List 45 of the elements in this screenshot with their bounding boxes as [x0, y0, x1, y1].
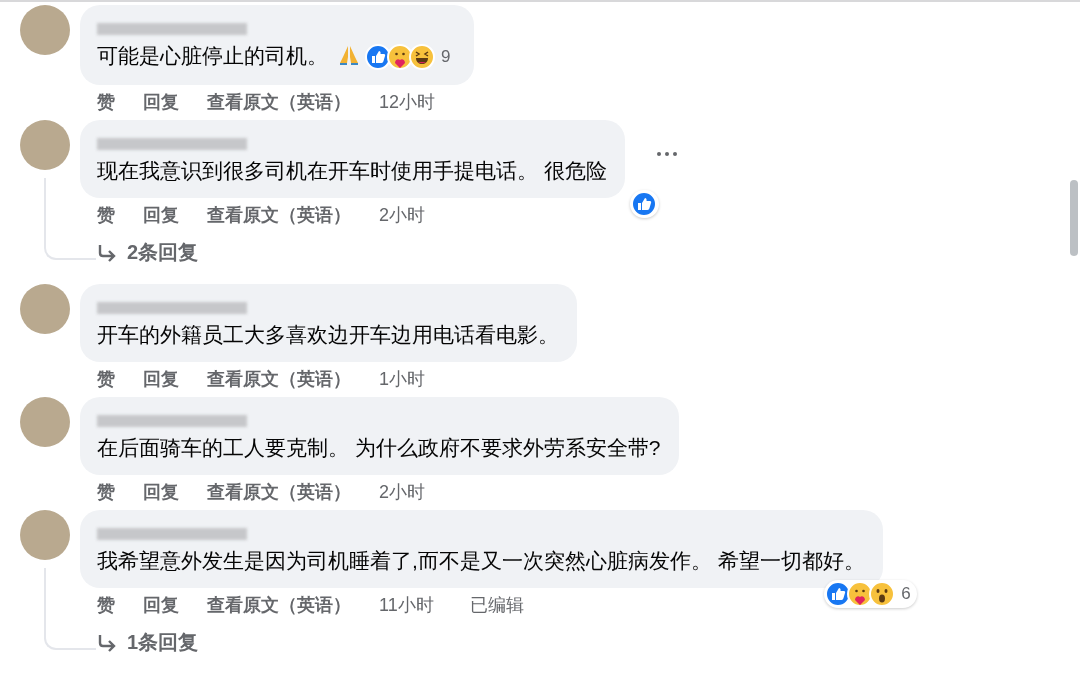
see-original-link[interactable]: 查看原文（英语） — [207, 90, 351, 115]
like-link[interactable]: 赞 — [97, 367, 115, 392]
reactions-badge[interactable]: 6 — [824, 580, 917, 609]
hug-reaction-icon — [387, 44, 413, 71]
like-reaction-icon — [365, 44, 391, 71]
reply-link[interactable]: 回复 — [143, 203, 179, 228]
timestamp[interactable]: 2小时 — [379, 203, 425, 228]
timestamp[interactable]: 11小时 — [379, 593, 434, 618]
reply-link[interactable]: 回复 — [143, 480, 179, 505]
see-original-link[interactable]: 查看原文（英语） — [207, 480, 351, 505]
reply-arrow-icon — [97, 243, 117, 262]
praying-hands-icon — [338, 44, 360, 66]
like-link[interactable]: 赞 — [97, 203, 115, 228]
reactions-badge[interactable] — [629, 190, 659, 219]
like-reaction-icon — [630, 191, 657, 218]
reply-arrow-icon — [97, 633, 117, 652]
see-original-link[interactable]: 查看原文（英语） — [207, 367, 351, 392]
avatar[interactable] — [20, 5, 70, 55]
reply-link[interactable]: 回复 — [143, 90, 179, 115]
reactions-badge[interactable]: 9 — [364, 43, 457, 72]
avatar[interactable] — [20, 510, 70, 561]
see-original-link[interactable]: 查看原文（英语） — [207, 203, 351, 228]
timestamp[interactable]: 1小时 — [379, 367, 425, 392]
view-replies-link[interactable]: 1条回复 — [97, 629, 1080, 657]
timestamp[interactable]: 2小时 — [379, 480, 425, 505]
scrollbar[interactable] — [1070, 180, 1078, 256]
edited-label: 已编辑 — [469, 594, 524, 618]
comment-text: 可能是心脏停止的司机。 9 — [97, 43, 457, 72]
reply-link[interactable]: 回复 — [143, 593, 179, 618]
comment-text: 开车的外籍员工大多喜欢边开车边用电话看电影。 — [97, 322, 559, 349]
like-link[interactable]: 赞 — [97, 90, 115, 115]
comment-text: 在后面骑车的工人要克制。 为什么政府不要求外劳系安全带? — [97, 435, 661, 462]
surprised-reaction-icon — [869, 581, 896, 608]
like-link[interactable]: 赞 — [97, 480, 115, 505]
see-original-link[interactable]: 查看原文（英语） — [207, 593, 351, 618]
view-replies-link[interactable]: 2条回复 — [97, 239, 1080, 267]
comment-text: 现在我意识到很多司机在开车时使用手提电话。 很危险 — [97, 158, 607, 185]
timestamp[interactable]: 12小时 — [379, 90, 436, 115]
avatar[interactable] — [20, 284, 70, 335]
comment-text: 我希望意外发生是因为司机睡着了,而不是又一次突然心脏病发作。 希望一切都好。 — [97, 548, 865, 575]
avatar[interactable] — [20, 120, 70, 171]
laughing-reaction-icon — [409, 44, 435, 71]
avatar[interactable] — [20, 397, 70, 448]
like-link[interactable]: 赞 — [97, 593, 115, 618]
reply-link[interactable]: 回复 — [143, 367, 179, 392]
